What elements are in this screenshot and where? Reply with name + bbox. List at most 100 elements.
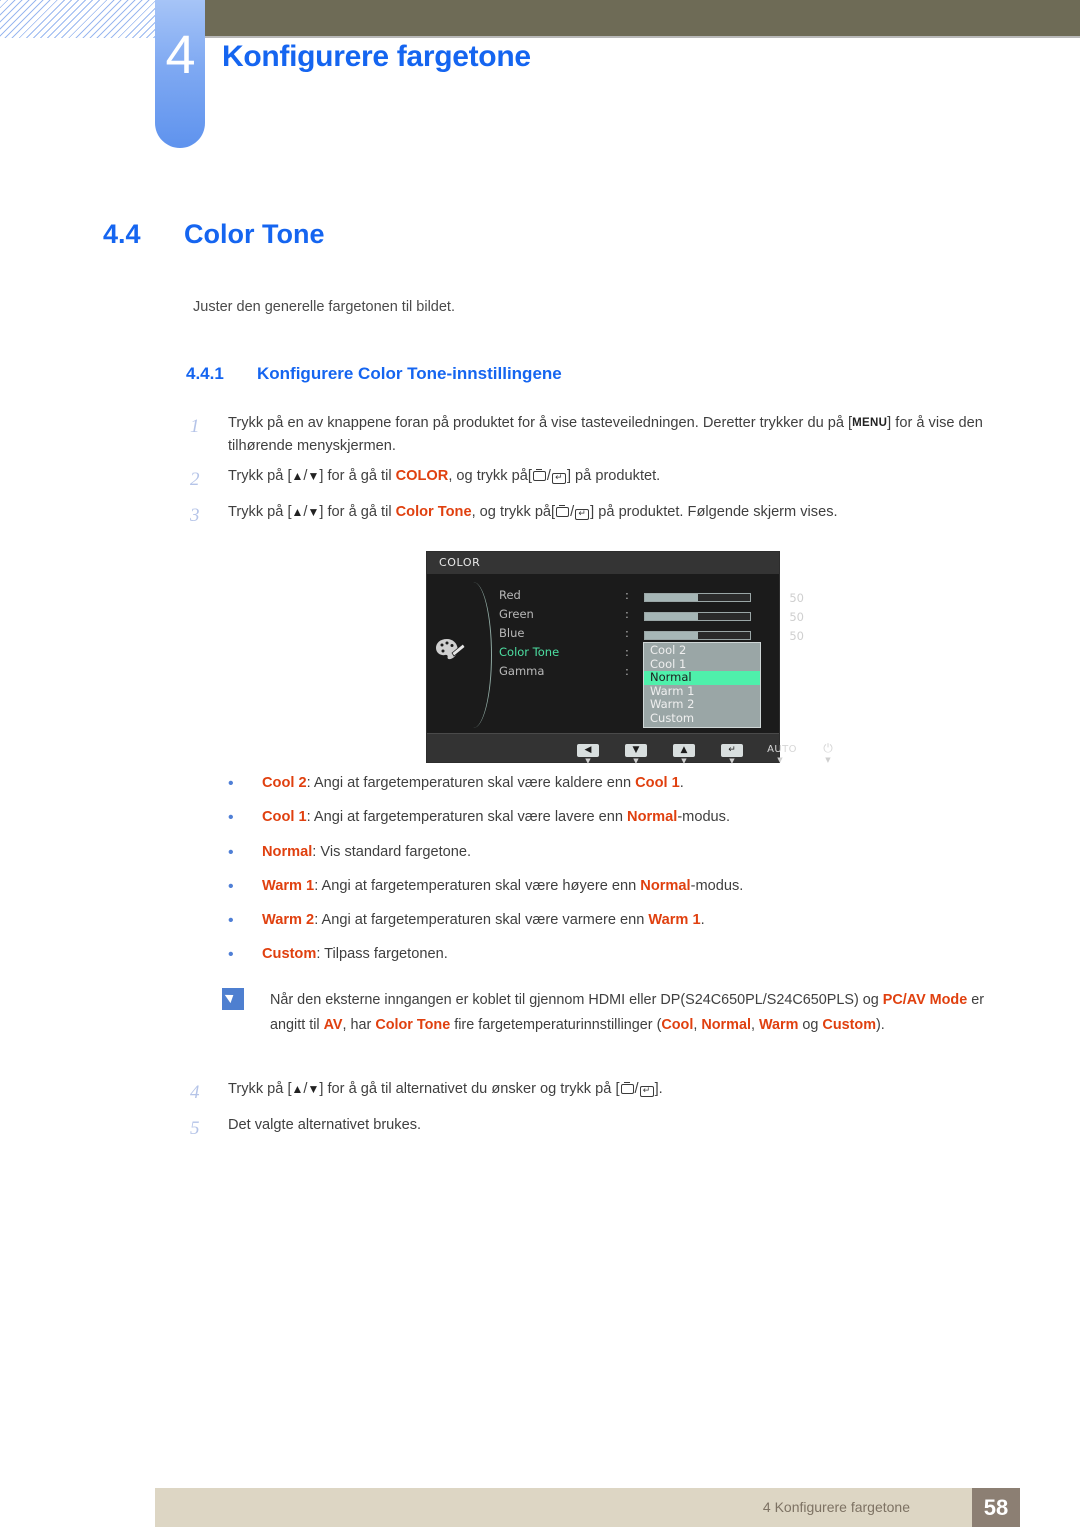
osd-menu-item[interactable]: Gamma <box>499 662 559 681</box>
osd-slider-fill <box>645 613 698 620</box>
list-item-text: Warm 2: Angi at fargetemperaturen skal v… <box>262 912 705 929</box>
menu-box-icon <box>556 505 570 518</box>
osd-title: COLOR <box>427 552 779 574</box>
keyword-text: Cool <box>661 1017 694 1034</box>
list-item: • Warm 2: Angi at fargetemperaturen skal … <box>222 911 982 932</box>
osd-menu-item[interactable]: Red <box>499 586 559 605</box>
keyword-text: Custom <box>822 1017 876 1034</box>
osd-slider-value: 50 <box>789 628 804 643</box>
keyword-text: Normal <box>640 877 691 894</box>
arrow-glyph: ▲ <box>291 505 304 520</box>
step-number: 1 <box>190 416 200 437</box>
osd-button-bar: ◀ ▼ ▼ ▼ ▲ ▼ ↵ ▼ AUTO ▼ ⏻ ▼ <box>427 733 833 765</box>
osd-slider[interactable] <box>644 612 751 621</box>
osd-menu-item[interactable]: Blue <box>499 624 559 643</box>
arrow-glyph: ▼ <box>307 505 320 520</box>
keyword-text: Cool 1 <box>262 809 307 826</box>
osd-button-tick: ▼ <box>825 756 831 764</box>
osd-slider-fill <box>645 632 698 639</box>
power-button-glyph: ⏻ <box>823 741 833 755</box>
menu-key-label: MENU <box>852 417 888 429</box>
header-rule <box>185 36 1080 38</box>
list-item-text: Cool 1: Angi at fargetemperaturen skal v… <box>262 809 731 826</box>
osd-menu-item[interactable]: Green <box>499 605 559 624</box>
enter-key-icon <box>551 472 566 484</box>
osd-dropdown-item[interactable]: Custom <box>644 711 760 726</box>
keyword-text: Color Tone <box>375 1017 451 1034</box>
subsection-number: 4.4.1 <box>186 364 224 383</box>
osd-colon: : <box>625 645 629 659</box>
note-callout: Når den eksterne inngangen er koblet til… <box>222 988 992 1038</box>
list-item: • Normal: Vis standard fargetone. <box>222 843 982 864</box>
list-item: • Warm 1: Angi at fargetemperaturen skal … <box>222 877 982 898</box>
arrow-glyph: ▼ <box>307 468 320 483</box>
osd-menu-item[interactable]: Color Tone <box>499 643 559 662</box>
keyword-text: AV <box>323 1017 343 1034</box>
step-text: Trykk på [▲/▼] for å gå til alternativet… <box>228 1078 1020 1107</box>
chapter-number: 4 <box>165 25 195 85</box>
procedure-step: 1 Trykk på en av knappene foran på produk… <box>190 412 1020 458</box>
osd-colon: : <box>625 607 629 621</box>
osd-slider-row: 50 <box>644 607 804 626</box>
subsection-title: Konfigurere Color Tone-innstillingene <box>257 364 562 383</box>
osd-dropdown-item[interactable]: Cool 2 <box>644 643 760 658</box>
osd-button-tick: ▼ <box>633 757 639 765</box>
osd-dropdown-item[interactable]: Cool 1 <box>644 657 760 672</box>
section-intro-text: Juster den generelle fargetonen til bild… <box>193 299 455 315</box>
osd-dropdown-item[interactable]: Warm 2 <box>644 697 760 712</box>
osd-slider-value: 50 <box>789 609 804 624</box>
osd-arc-decoration <box>461 582 492 728</box>
keyword-text: Normal <box>262 843 313 860</box>
arrow-glyph: ▲ <box>291 468 304 483</box>
keyword-text: PC/AV Mode <box>882 992 968 1008</box>
auto-button-glyph: AUTO <box>767 744 797 755</box>
osd-button-tick: ▼ <box>777 756 783 764</box>
enter-key-icon <box>575 509 590 521</box>
bullet-dot-icon: • <box>228 809 234 827</box>
down-arrow-button[interactable]: ▼ ▼ <box>623 737 649 765</box>
keyword-text: Cool 2 <box>262 775 307 791</box>
osd-color-tone-dropdown[interactable]: Cool 2 Cool 1 Normal Warm 1 Warm 2 Custom <box>643 642 761 728</box>
down-arrow-button-glyph: ▼ <box>625 744 647 757</box>
bullet-dot-icon: • <box>228 946 234 964</box>
keyword-text: Warm 1 <box>262 877 315 894</box>
left-arrow-button[interactable]: ◀ ▼ <box>575 737 601 765</box>
osd-colon-column: ::::: <box>625 586 629 681</box>
step-number: 4 <box>190 1082 200 1103</box>
color-tone-options-list: • Cool 2: Angi at fargetemperaturen skal … <box>222 774 982 980</box>
procedure-step: 4 Trykk på [▲/▼] for å gå til alternative… <box>190 1078 1020 1107</box>
osd-slider[interactable] <box>644 593 751 602</box>
list-item-text: Warm 1: Angi at fargetemperaturen skal v… <box>262 877 744 894</box>
enter-key-icon <box>639 1086 654 1097</box>
bullet-dot-icon: • <box>228 877 234 895</box>
osd-slider[interactable] <box>644 631 751 640</box>
keyword-text: Normal <box>627 809 678 826</box>
osd-slider-value: 50 <box>789 590 804 605</box>
bullet-dot-icon: • <box>228 843 234 861</box>
step-text: Trykk på [▲/▼] for å gå til Color Tone, … <box>228 501 1020 530</box>
auto-button[interactable]: AUTO ▼ <box>767 737 796 764</box>
osd-colon: : <box>625 588 629 602</box>
page-number: 58 <box>972 1488 1020 1527</box>
procedure-step: 5 Det valgte alternativet brukes. <box>190 1114 1020 1143</box>
up-arrow-button[interactable]: ▲ ▼ <box>671 737 697 765</box>
procedure-steps-first: 1 Trykk på en av knappene foran på produk… <box>190 412 1020 538</box>
osd-button-group: ◀ ▼ ▼ ▼ ▲ ▼ ↵ ▼ AUTO ▼ ⏻ ▼ <box>575 737 841 765</box>
power-button[interactable]: ⏻ ▼ <box>815 737 841 764</box>
arrow-glyph: ▼ <box>307 1082 320 1096</box>
enter-button[interactable]: ↵ ▼ <box>719 737 745 765</box>
osd-dropdown-item[interactable]: Warm 1 <box>644 684 760 699</box>
osd-colon: : <box>625 626 629 640</box>
keyword-text: Custom <box>262 946 317 963</box>
step-number: 2 <box>190 468 200 490</box>
header-bar <box>185 0 1080 36</box>
osd-dropdown-item[interactable]: Normal <box>644 670 760 685</box>
osd-button-tick: ▼ <box>681 757 687 765</box>
osd-menu-screenshot: COLOR Red Green Blue Color Tone Gamma ::::: … <box>426 551 833 765</box>
procedure-step: 2 Trykk på [▲/▼] for å gå til COLOR, og t… <box>190 465 1020 494</box>
chapter-title: Konfigurere fargetone <box>222 40 531 73</box>
menu-box-icon <box>620 1081 634 1094</box>
step-text: Trykk på en av knappene foran på produkt… <box>228 415 983 454</box>
list-item: • Custom: Tilpass fargetonen. <box>222 945 982 966</box>
keyword-text: Warm <box>758 1017 799 1034</box>
